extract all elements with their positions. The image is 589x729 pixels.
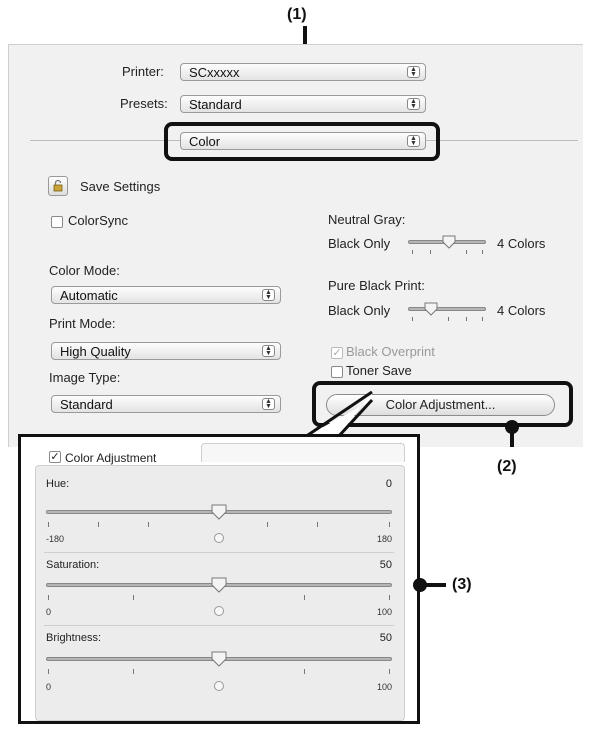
color-adjustment-checkbox-label[interactable]: Color Adjustment <box>65 451 156 465</box>
slider-tick <box>389 669 390 674</box>
color-adjustment-sliders-group: Hue: 0 -180 180 Saturation: 50 0 100 Bri… <box>35 465 405 721</box>
zoom-tab-strip <box>201 443 405 462</box>
saturation-slider-knob[interactable] <box>211 577 227 593</box>
slider-tick <box>389 595 390 600</box>
slider-tick <box>304 669 305 674</box>
hue-max-label: 180 <box>376 534 392 544</box>
slider-tick <box>148 522 149 527</box>
brightness-max-label: 100 <box>376 682 392 692</box>
brightness-label: Brightness: <box>46 632 102 644</box>
slider-tick <box>98 522 99 527</box>
hue-min-label: -180 <box>46 534 65 544</box>
brightness-min-label: 0 <box>46 682 52 692</box>
hue-slider-knob[interactable] <box>211 504 227 520</box>
hue-value: 0 <box>385 478 392 490</box>
slider-tick <box>48 595 49 600</box>
color-adjustment-checkbox[interactable]: ✓ <box>49 451 61 463</box>
divider <box>44 552 394 553</box>
saturation-label: Saturation: <box>46 559 100 571</box>
slider-tick <box>317 522 318 527</box>
saturation-max-label: 100 <box>376 607 392 617</box>
brightness-reset-icon[interactable] <box>214 681 224 691</box>
brightness-slider-knob[interactable] <box>211 651 227 667</box>
slider-tick <box>48 669 49 674</box>
color-adjustment-zoom-panel: ✓ Color Adjustment Hue: 0 -180 180 Satur… <box>18 434 420 724</box>
slider-tick <box>133 595 134 600</box>
slider-tick <box>48 522 49 527</box>
slider-tick <box>389 522 390 527</box>
callout-3-line <box>420 583 446 587</box>
saturation-min-label: 0 <box>46 607 52 617</box>
hue-reset-icon[interactable] <box>214 533 224 543</box>
saturation-reset-icon[interactable] <box>214 606 224 616</box>
slider-tick <box>267 522 268 527</box>
callout-3: (3) <box>452 576 472 593</box>
brightness-value: 50 <box>379 632 392 644</box>
slider-tick <box>133 669 134 674</box>
saturation-value: 50 <box>379 559 392 571</box>
hue-label: Hue: <box>46 478 70 490</box>
slider-tick <box>304 595 305 600</box>
divider <box>44 625 394 626</box>
